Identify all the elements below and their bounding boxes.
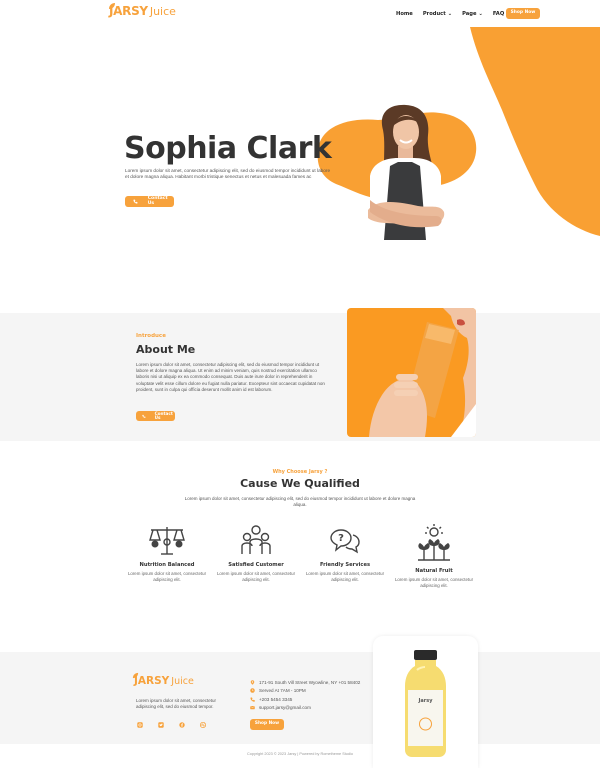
dribbble-link[interactable] <box>199 721 206 728</box>
hero-decor-blob <box>317 27 600 236</box>
mail-icon <box>250 706 255 710</box>
feature-title: Friendly Services <box>319 562 371 568</box>
svg-text:Jarsy: Jarsy <box>418 698 434 704</box>
twitter-link[interactable] <box>157 721 164 728</box>
contact-phone-text: +203 5454 3345 <box>259 696 293 702</box>
footer-logo-suffix: Juice <box>171 676 194 687</box>
footer-contact: 171-91 South Vill Street Wyowline, NY +0… <box>250 678 360 712</box>
hero-description: Lorem ipsum dolor sit amet, consectetur … <box>125 168 331 180</box>
phone-icon <box>142 414 146 418</box>
phone-icon <box>133 199 138 204</box>
contact-email: support.jarsy@gmail.com <box>250 704 360 713</box>
nutrition-balance-icon <box>149 527 185 555</box>
feature-title: Nutrition Balanced <box>139 562 195 568</box>
twitter-icon <box>157 721 164 728</box>
clock-icon <box>250 688 255 693</box>
about-contact-button[interactable]: Contact Us <box>136 411 175 421</box>
feature-nutrition: Nutrition Balanced Lorem ipsum dolor sit… <box>122 524 212 583</box>
social-links <box>136 721 206 728</box>
feature-text: Lorem ipsum dolor sit amet, consectetur … <box>305 571 385 583</box>
hero-portrait <box>368 104 445 240</box>
contact-address-text: 171-91 South Vill Street Wyowline, NY +0… <box>259 679 361 685</box>
footer-logo[interactable]: JARSY Juice <box>132 672 194 687</box>
contact-hours: Served At 7AM - 10PM <box>250 687 360 696</box>
feature-natural: Natural Fruit Lorem ipsum dolor sit amet… <box>389 524 479 589</box>
natural-fruit-icon <box>418 524 450 561</box>
location-icon <box>250 680 255 685</box>
why-description: Lorem ipsum dolor sit amet, consectetur … <box>184 496 416 508</box>
feature-text: Lorem ipsum dolor sit amet, consectetur … <box>127 571 207 583</box>
phone-icon <box>250 697 255 702</box>
contact-us-button[interactable]: Contact Us <box>125 196 174 207</box>
friendly-services-icon: ? <box>330 529 360 554</box>
about-contact-label: Contact Us <box>154 410 173 420</box>
facebook-icon <box>178 721 185 728</box>
footer-shop-now-button[interactable]: Shop Now <box>250 719 284 730</box>
feature-friendly: ? Friendly Services Lorem ipsum dolor si… <box>300 524 390 583</box>
feature-text: Lorem ipsum dolor sit amet, consectetur … <box>216 571 296 583</box>
contact-phone: +203 5454 3345 <box>250 695 360 704</box>
juice-bottle-image: Jarsy <box>405 650 446 757</box>
feature-title: Natural Fruit <box>415 568 453 574</box>
contact-hours-text: Served At 7AM - 10PM <box>259 688 306 694</box>
copyright: Copyright 2023 © 2023 Jarsy | Powered by… <box>247 752 353 756</box>
why-label: Why Choose Jarsy ? <box>272 469 328 475</box>
contact-email-text: support.jarsy@gmail.com <box>259 705 311 711</box>
footer-description: Lorem ipsum dolor sit amet, consectetur … <box>136 698 217 709</box>
about-text: Lorem ipsum dolor sit amet, consectetur … <box>136 362 325 392</box>
instagram-icon <box>136 721 143 728</box>
satisfied-customer-icon <box>241 525 271 554</box>
dribbble-icon <box>199 721 206 728</box>
about-juice-photo <box>347 308 476 437</box>
svg-text:?: ? <box>338 533 344 544</box>
feature-satisfied: Satisfied Customer Lorem ipsum dolor sit… <box>211 524 301 583</box>
hero-name: Sophia Clark <box>124 131 332 166</box>
instagram-link[interactable] <box>136 721 143 728</box>
feature-title: Satisfied Customer <box>228 562 284 568</box>
contact-address: 171-91 South Vill Street Wyowline, NY +0… <box>250 678 360 687</box>
footer-logo-brand: JARSY <box>134 675 170 687</box>
about-title: About Me <box>136 343 196 356</box>
about-label: Introduce <box>136 333 166 339</box>
contact-us-label: Contact Us <box>147 195 168 206</box>
leaf-icon <box>132 672 139 679</box>
why-title: Cause We Qualified <box>240 477 360 490</box>
feature-text: Lorem ipsum dolor sit amet, consectetur … <box>394 577 474 589</box>
facebook-link[interactable] <box>178 721 185 728</box>
